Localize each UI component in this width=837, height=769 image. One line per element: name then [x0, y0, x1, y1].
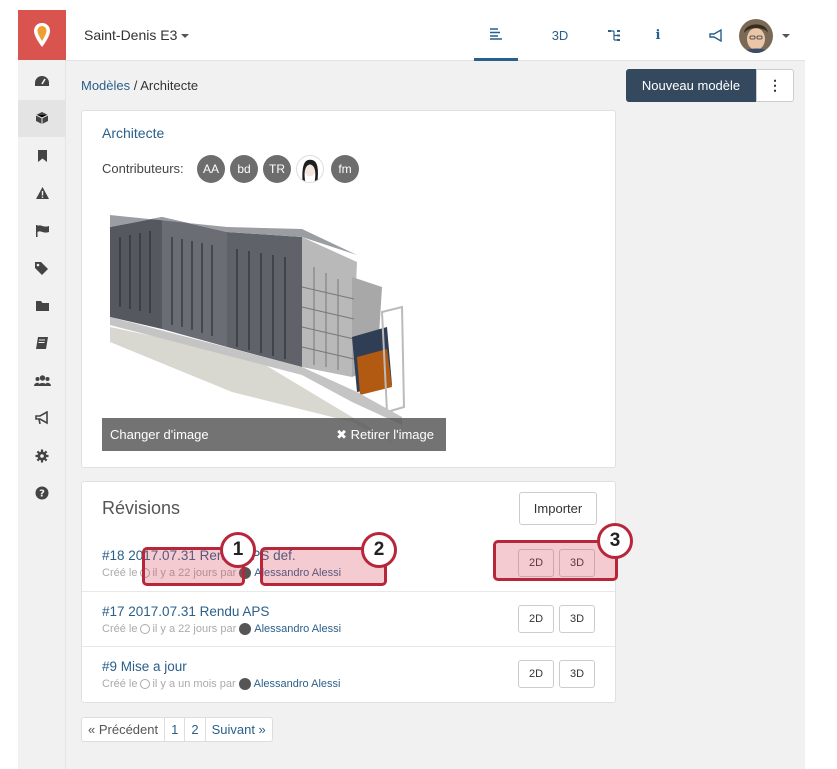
clock-icon — [140, 624, 151, 634]
info-icon: i — [655, 28, 661, 43]
change-image-button[interactable]: Changer d'image — [110, 427, 209, 442]
contributor-avatar[interactable]: AA — [197, 155, 225, 183]
users-icon[interactable] — [18, 362, 66, 400]
relative-time: il y a 22 jours par — [152, 623, 237, 635]
breadcrumb-separator: / — [130, 78, 141, 93]
created-label: Créé le — [102, 623, 138, 635]
flag-icon[interactable] — [18, 212, 66, 250]
announce-tab[interactable] — [694, 10, 738, 61]
cube-icon[interactable] — [18, 99, 66, 137]
3d-tab[interactable]: 3D — [538, 10, 582, 61]
revision-meta: Créé le il y a un mois par Alessandro Ales… — [102, 678, 340, 690]
contributor-photo-avatar[interactable] — [296, 155, 324, 183]
clock-icon — [140, 679, 151, 689]
chevron-down-icon — [181, 34, 190, 39]
revision-title-link[interactable]: #9 Mise a jour — [102, 659, 187, 674]
revisions-title: Révisions — [102, 498, 181, 518]
created-label: Créé le — [102, 678, 138, 690]
author-avatar — [239, 623, 252, 635]
created-label: Créé le — [102, 567, 138, 579]
info-tab[interactable]: i — [636, 10, 680, 61]
contributor-avatar[interactable]: fm — [331, 155, 359, 183]
author-link[interactable]: Alessandro Alessi — [254, 623, 341, 635]
user-menu[interactable] — [739, 19, 797, 53]
breadcrumb-current: Architecte — [140, 78, 199, 93]
author-avatar — [238, 678, 251, 690]
svg-text:?: ? — [39, 489, 45, 500]
logo[interactable] — [18, 10, 66, 60]
previous-page-button[interactable]: « Précédent — [82, 718, 164, 741]
avatar — [739, 19, 773, 53]
warning-icon[interactable] — [18, 175, 66, 213]
megaphone-icon — [708, 29, 722, 42]
open-3d-button[interactable]: 3D — [559, 660, 595, 688]
help-icon[interactable]: ? — [18, 475, 66, 513]
contributor-avatar[interactable]: bd — [230, 155, 258, 183]
revision-title-link[interactable]: #17 2017.07.31 Rendu APS — [102, 604, 269, 619]
open-3d-button[interactable]: 3D — [559, 605, 595, 633]
project-selector[interactable]: Saint-Denis E3 — [84, 27, 190, 43]
relative-time: il y a un mois par — [152, 678, 236, 690]
tree-icon — [608, 30, 620, 41]
contributor-avatar[interactable]: TR — [263, 155, 291, 183]
new-model-button[interactable]: Nouveau modèle — [626, 69, 756, 102]
project-name: Saint-Denis E3 — [84, 27, 178, 43]
revision-meta: Créé le il y a 22 jours par Alessandro Ale… — [102, 623, 341, 635]
tree-tab[interactable] — [592, 10, 636, 61]
revisions-card: Révisions Importer #18 2017.07.31 Rendu … — [81, 481, 616, 703]
more-options-button[interactable]: ⋮ — [756, 69, 794, 102]
bookmark-icon[interactable] — [18, 137, 66, 175]
model-title: Architecte — [102, 125, 165, 141]
remove-image-button[interactable]: ✖ Retirer l'image — [336, 427, 434, 443]
list-view-icon — [490, 28, 502, 40]
page-1-link[interactable]: 1 — [164, 718, 184, 741]
model-preview-image[interactable] — [102, 207, 447, 447]
chevron-down-icon — [782, 34, 790, 38]
next-page-button[interactable]: Suivant » — [204, 718, 272, 741]
contributors-label: Contributeurs: — [102, 161, 184, 176]
model-card: Architecte Contributeurs: AA bd TR fm Ch… — [81, 110, 616, 468]
revision-row: #17 2017.07.31 Rendu APS Créé le il y a 2… — [82, 591, 615, 646]
sidebar: ? — [18, 10, 66, 769]
topbar: Saint-Denis E3 3D i — [66, 10, 805, 61]
annotation-badge-2: 2 — [361, 532, 397, 568]
megaphone-icon[interactable] — [18, 400, 66, 438]
list-view-tab[interactable] — [474, 10, 518, 61]
revision-row: #9 Mise a jour Créé le il y a un mois par… — [82, 646, 615, 701]
pin-logo-icon — [34, 23, 50, 47]
author-link[interactable]: Alessandro Alessi — [254, 678, 341, 690]
folder-icon[interactable] — [18, 287, 66, 325]
pagination: « Précédent 1 2 Suivant » — [81, 717, 273, 742]
open-2d-button[interactable]: 2D — [518, 605, 554, 633]
dashboard-icon[interactable] — [18, 62, 66, 100]
contributor-photo — [302, 159, 318, 182]
annotation-badge-1: 1 — [220, 532, 256, 568]
gear-icon[interactable] — [18, 437, 66, 475]
open-2d-button[interactable]: 2D — [518, 660, 554, 688]
image-action-bar: Changer d'image ✖ Retirer l'image — [102, 418, 446, 451]
breadcrumb-link-models[interactable]: Modèles — [81, 78, 130, 93]
breadcrumb: Modèles / Architecte — [81, 78, 198, 93]
annotation-badge-3: 3 — [597, 523, 633, 559]
import-button[interactable]: Importer — [519, 492, 597, 525]
tags-icon[interactable] — [18, 250, 66, 288]
book-icon[interactable] — [18, 325, 66, 363]
page-2-link[interactable]: 2 — [184, 718, 204, 741]
